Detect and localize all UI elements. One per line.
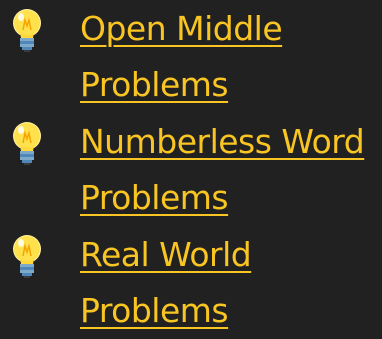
lightbulb-icon xyxy=(10,234,44,280)
resource-link-list: Open Middle Problems Numberless Word Pro… xyxy=(0,0,382,339)
lightbulb-icon xyxy=(10,121,44,167)
open-middle-problems-link[interactable]: Open Middle Problems xyxy=(80,1,380,113)
lightbulb-icon xyxy=(10,8,44,54)
real-world-problems-link[interactable]: Real World Problems xyxy=(80,227,380,339)
numberless-word-problems-link[interactable]: Numberless Word Problems xyxy=(80,114,380,226)
